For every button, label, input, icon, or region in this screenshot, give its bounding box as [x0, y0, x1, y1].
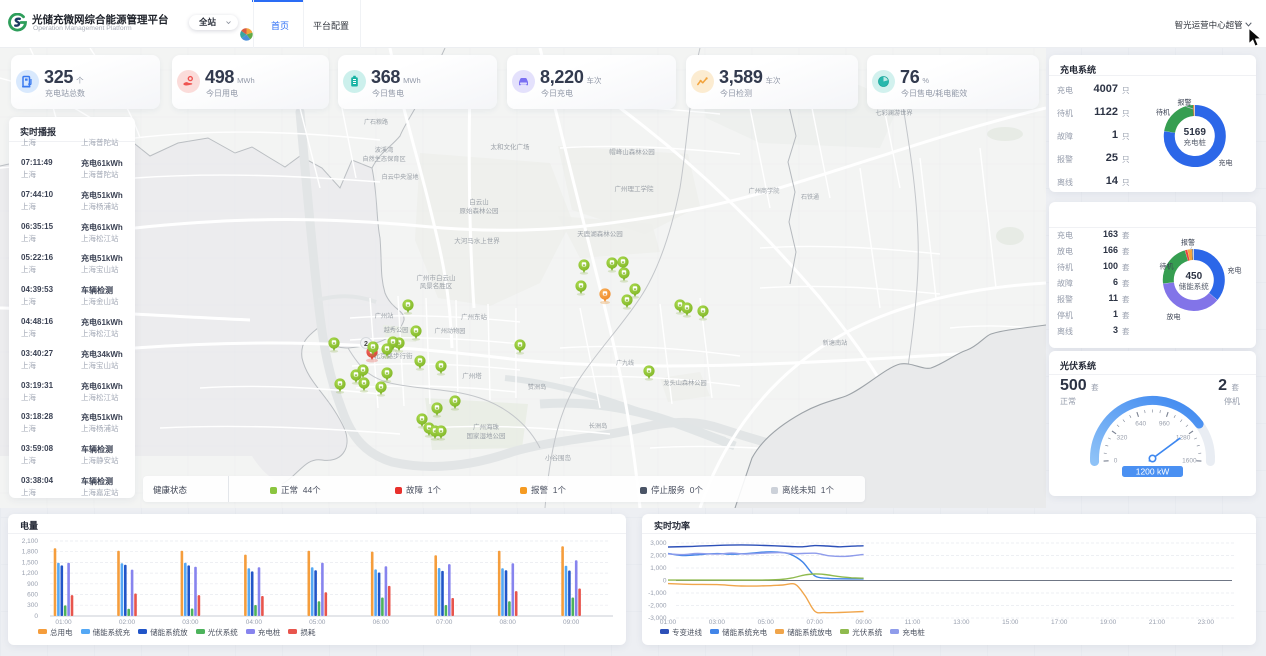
svg-text:17:00: 17:00 — [1051, 619, 1068, 626]
svg-text:储能系统: 储能系统 — [1179, 281, 1209, 291]
svg-text:报警: 报警 — [1181, 238, 1195, 247]
svg-text:07:00: 07:00 — [436, 619, 453, 626]
svg-text:-2,000: -2,000 — [648, 603, 667, 610]
svg-text:3,000: 3,000 — [650, 540, 667, 547]
svg-text:0: 0 — [34, 613, 38, 620]
svg-text:充电桩: 充电桩 — [1184, 137, 1207, 147]
svg-text:07:00: 07:00 — [807, 619, 824, 626]
svg-text:960: 960 — [1159, 420, 1170, 427]
svg-text:国家湿地公园: 国家湿地公园 — [467, 431, 506, 440]
svg-text:长洲岛: 长洲岛 — [589, 422, 608, 430]
svg-text:11:00: 11:00 — [905, 619, 921, 626]
svg-text:13:00: 13:00 — [953, 619, 970, 626]
svg-text:1,500: 1,500 — [22, 559, 39, 566]
svg-text:风景名胜区: 风景名胜区 — [420, 281, 453, 290]
svg-text:波溪湾: 波溪湾 — [375, 146, 394, 154]
svg-text:太和文化广场: 太和文化广场 — [491, 142, 531, 151]
svg-text:09:00: 09:00 — [563, 619, 580, 626]
svg-text:帽峰山森林公园: 帽峰山森林公园 — [609, 147, 655, 156]
svg-text:广州理工学院: 广州理工学院 — [615, 184, 655, 193]
svg-text:23:00: 23:00 — [1198, 619, 1215, 626]
svg-text:03:00: 03:00 — [182, 619, 199, 626]
svg-text:06:00: 06:00 — [373, 619, 390, 626]
svg-text:广石粮路: 广石粮路 — [364, 118, 388, 126]
svg-text:自然生态保育区: 自然生态保育区 — [362, 155, 405, 163]
svg-text:广州塔: 广州塔 — [462, 371, 482, 380]
svg-text:广州站: 广州站 — [375, 312, 394, 320]
svg-text:05:00: 05:00 — [309, 619, 326, 626]
svg-text:900: 900 — [27, 581, 38, 588]
svg-text:报警: 报警 — [1178, 98, 1192, 107]
svg-text:待机: 待机 — [1160, 262, 1174, 271]
svg-text:21:00: 21:00 — [1149, 619, 1166, 626]
svg-text:白云中央湿地: 白云中央湿地 — [381, 173, 418, 181]
svg-text:02:00: 02:00 — [119, 619, 136, 626]
svg-text:广州东站: 广州东站 — [461, 312, 488, 321]
svg-text:640: 640 — [1135, 420, 1146, 427]
svg-text:15:00: 15:00 — [1002, 619, 1019, 626]
svg-text:04:00: 04:00 — [246, 619, 263, 626]
svg-text:1,800: 1,800 — [22, 549, 39, 556]
svg-text:08:00: 08:00 — [500, 619, 517, 626]
svg-text:1200 kW: 1200 kW — [1136, 467, 1170, 477]
svg-text:充电: 充电 — [1219, 158, 1233, 167]
svg-text:大河马水上世界: 大河马水上世界 — [454, 236, 500, 245]
svg-text:小谷围岛: 小谷围岛 — [545, 453, 571, 462]
svg-text:北京路步行街: 北京路步行街 — [374, 351, 414, 360]
svg-text:广州动物园: 广州动物园 — [435, 327, 466, 335]
svg-text:19:00: 19:00 — [1100, 619, 1117, 626]
svg-text:放电: 放电 — [1167, 312, 1181, 321]
svg-text:03:00: 03:00 — [709, 619, 726, 626]
svg-text:广州海珠: 广州海珠 — [473, 422, 500, 431]
svg-text:320: 320 — [1116, 435, 1127, 442]
svg-text:01:00: 01:00 — [55, 619, 72, 626]
svg-text:赞洲岛: 赞洲岛 — [528, 383, 547, 391]
svg-text:越秀公园: 越秀公园 — [384, 326, 409, 334]
svg-text:300: 300 — [27, 602, 38, 609]
svg-text:-1,000: -1,000 — [648, 590, 667, 597]
svg-text:广州市白云山: 广州市白云山 — [417, 273, 456, 282]
svg-text:充电: 充电 — [1228, 266, 1242, 275]
svg-text:600: 600 — [27, 592, 38, 599]
svg-text:05:00: 05:00 — [758, 619, 775, 626]
svg-text:广州商学院: 广州商学院 — [749, 187, 780, 195]
svg-text:1280: 1280 — [1176, 435, 1191, 442]
svg-text:1600: 1600 — [1182, 457, 1197, 464]
svg-text:0: 0 — [663, 578, 667, 585]
svg-text:七彩澜游世界: 七彩澜游世界 — [875, 109, 912, 117]
svg-text:龙头山森林公园: 龙头山森林公园 — [663, 379, 706, 387]
svg-text:1,200: 1,200 — [22, 570, 39, 577]
svg-text:石铁通: 石铁通 — [801, 193, 819, 201]
svg-text:09:00: 09:00 — [855, 619, 872, 626]
svg-text:0: 0 — [1114, 457, 1118, 464]
svg-text:广九线: 广九线 — [616, 359, 634, 367]
svg-text:01:00: 01:00 — [660, 619, 677, 626]
svg-text:1,000: 1,000 — [650, 565, 667, 572]
svg-text:450: 450 — [1185, 271, 1202, 282]
svg-text:5169: 5169 — [1184, 127, 1207, 138]
svg-text:原始森林公园: 原始森林公园 — [460, 206, 499, 215]
svg-text:待机: 待机 — [1156, 108, 1170, 117]
svg-text:新塘南站: 新塘南站 — [823, 339, 848, 347]
svg-text:白云山: 白云山 — [469, 197, 489, 206]
svg-text:2,100: 2,100 — [22, 538, 39, 545]
svg-text:天鹿湖森林公园: 天鹿湖森林公园 — [577, 229, 623, 238]
svg-text:2,000: 2,000 — [650, 553, 667, 560]
